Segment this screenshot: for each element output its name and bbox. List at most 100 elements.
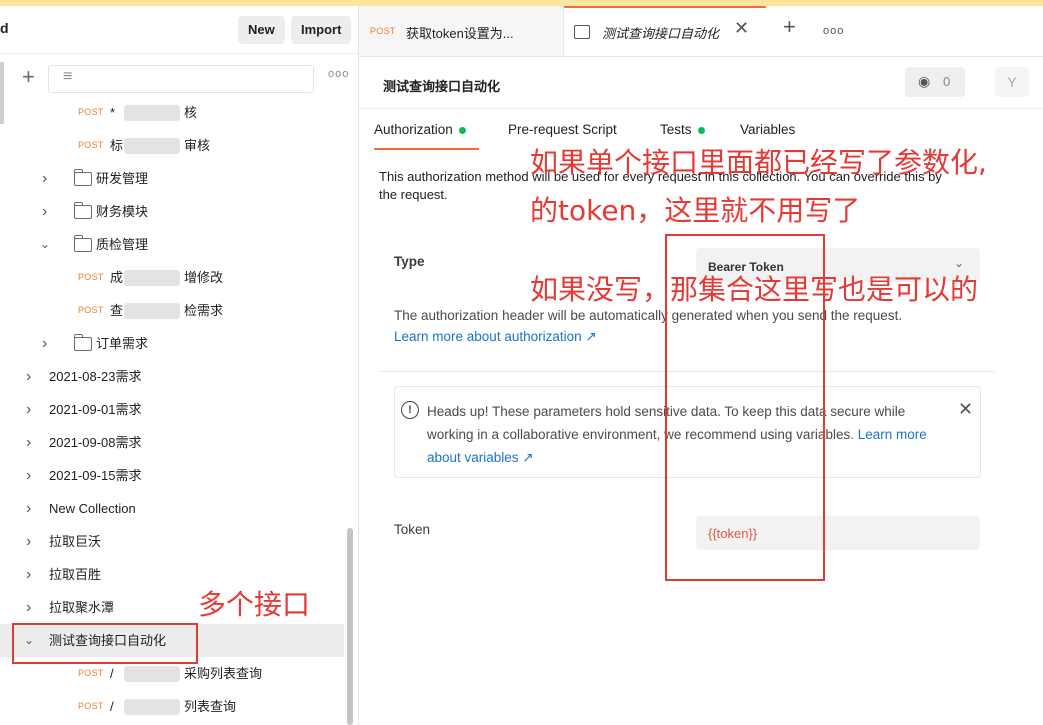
tab-get-token[interactable]: POST 获取token设置为...	[359, 6, 564, 56]
annotation-line2: 的token，这里就不用写了	[530, 194, 861, 227]
chevron-right-icon[interactable]: ›	[26, 459, 31, 492]
chevron-right-icon[interactable]: ›	[42, 327, 47, 360]
sidebar-header: d New Import	[0, 6, 358, 54]
collection-label: 拉取百胜	[49, 567, 102, 582]
folder-icon	[74, 202, 92, 219]
tab-variables[interactable]: Variables	[740, 122, 795, 137]
folder-item[interactable]: ⌄ 质检管理	[0, 228, 344, 261]
tab-collection[interactable]: 测试查询接口自动化 ✕	[564, 6, 766, 56]
method-badge: POST	[78, 305, 104, 315]
request-label: 检需求	[184, 303, 224, 318]
chevron-right-icon[interactable]: ›	[26, 525, 31, 558]
folder-item[interactable]: › 财务模块	[0, 195, 344, 228]
collection-label: 拉取巨沃	[49, 534, 102, 549]
tab-label: Authorization	[374, 122, 453, 137]
annotation-box-sidebar	[12, 623, 198, 664]
chevron-right-icon[interactable]: ›	[26, 492, 31, 525]
collection-item[interactable]: › New Collection	[0, 492, 344, 525]
active-tab-underline	[374, 148, 479, 150]
collection-title: 测试查询接口自动化	[383, 79, 501, 94]
tab-title: 测试查询接口自动化	[602, 26, 720, 41]
tab-bar: POST 获取token设置为... 测试查询接口自动化 ✕ + ooo	[359, 6, 1043, 57]
collection-item[interactable]: › 2021-09-15需求	[0, 459, 344, 492]
import-button[interactable]: Import	[291, 16, 352, 44]
collection-label: New Collection	[49, 501, 136, 516]
folder-label: 研发管理	[96, 171, 149, 186]
folder-label: 财务模块	[96, 204, 149, 219]
redacted-text	[124, 303, 180, 319]
filter-input[interactable]: ≡	[48, 65, 314, 93]
request-item[interactable]: POST 查 检需求	[0, 294, 344, 327]
chevron-right-icon[interactable]: ›	[26, 393, 31, 426]
method-badge: POST	[78, 140, 104, 150]
request-item[interactable]: POST 成 增修改	[0, 261, 344, 294]
tab-authorization[interactable]: Authorization	[374, 122, 466, 137]
folder-item[interactable]: › 研发管理	[0, 162, 344, 195]
chevron-right-icon[interactable]: ›	[26, 426, 31, 459]
chevron-right-icon[interactable]: ›	[42, 195, 47, 228]
watch-button[interactable]: ◉ 0	[905, 67, 965, 97]
auth-help-text: The authorization header will be automat…	[394, 308, 903, 323]
tab-title: 获取token设置为...	[406, 26, 514, 41]
status-dot	[697, 126, 705, 134]
collection-label: 拉取聚水潭	[49, 600, 115, 615]
redacted-text	[124, 105, 180, 121]
close-icon[interactable]: ✕	[958, 399, 973, 420]
watch-count: 0	[943, 74, 951, 89]
request-label: 列表查询	[184, 699, 237, 714]
scrollbar-thumb[interactable]	[347, 528, 353, 725]
info-icon: !	[401, 401, 419, 419]
request-label: 标	[110, 138, 124, 153]
request-item[interactable]: POST / 列表查询	[0, 690, 344, 723]
collection-item[interactable]: › 2021-08-23需求	[0, 360, 344, 393]
tab-tests[interactable]: Tests	[660, 122, 705, 137]
request-item[interactable]: POST 标 审核	[0, 129, 344, 162]
collection-header: 测试查询接口自动化 ◉ 0 Y	[359, 56, 1043, 109]
new-tab-icon[interactable]: +	[783, 14, 796, 40]
tab-prerequest-script[interactable]: Pre-request Script	[508, 122, 617, 137]
collection-item[interactable]: › 2021-09-01需求	[0, 393, 344, 426]
collection-item[interactable]: › 2021-09-08需求	[0, 426, 344, 459]
annotation-line1: 如果单个接口里面都已经写了参数化,	[530, 146, 987, 179]
tab-more-icon[interactable]: ooo	[823, 25, 844, 37]
request-item[interactable]: POST * 核	[0, 96, 344, 129]
more-options-icon[interactable]: ooo	[328, 68, 349, 80]
redacted-text	[124, 666, 180, 682]
request-label: *	[110, 105, 116, 120]
learn-auth-link[interactable]: Learn more about authorization ↗	[394, 329, 597, 345]
close-tab-icon[interactable]: ✕	[734, 18, 749, 39]
folder-icon	[74, 169, 92, 186]
chevron-right-icon[interactable]: ›	[26, 360, 31, 393]
collection-label: 2021-09-01需求	[49, 402, 142, 417]
request-label: 审核	[184, 138, 211, 153]
chevron-right-icon[interactable]: ›	[26, 558, 31, 591]
annotation-sidebar-note: 多个接口	[198, 588, 311, 621]
request-label: 成	[110, 270, 124, 285]
add-collection-icon[interactable]: +	[22, 64, 35, 90]
request-label: 核	[184, 105, 198, 120]
new-button[interactable]: New	[238, 16, 285, 44]
fork-button[interactable]: Y	[995, 67, 1029, 97]
request-label: 查	[110, 303, 124, 318]
status-dot	[458, 126, 466, 134]
request-label: 增修改	[184, 270, 224, 285]
collection-label: 2021-09-08需求	[49, 435, 142, 450]
redacted-text	[124, 138, 180, 154]
sidebar-toolbar: + ≡ ooo	[0, 60, 358, 96]
request-label: /	[110, 699, 114, 714]
collection-icon	[574, 25, 590, 39]
method-badge: POST	[78, 107, 104, 117]
method-badge: POST	[78, 272, 104, 282]
tab-label: Tests	[660, 122, 692, 137]
folder-label: 订单需求	[96, 336, 149, 351]
folder-icon	[74, 334, 92, 351]
collection-item[interactable]: › 拉取巨沃	[0, 525, 344, 558]
folder-item[interactable]: › 订单需求	[0, 327, 344, 360]
folder-label: 质检管理	[96, 237, 149, 252]
tab-method-badge: POST	[370, 26, 396, 36]
chevron-right-icon[interactable]: ›	[26, 591, 31, 624]
type-label: Type	[394, 254, 425, 269]
chevron-down-icon[interactable]: ⌄	[40, 228, 50, 261]
redacted-text	[124, 270, 180, 286]
chevron-right-icon[interactable]: ›	[42, 162, 47, 195]
